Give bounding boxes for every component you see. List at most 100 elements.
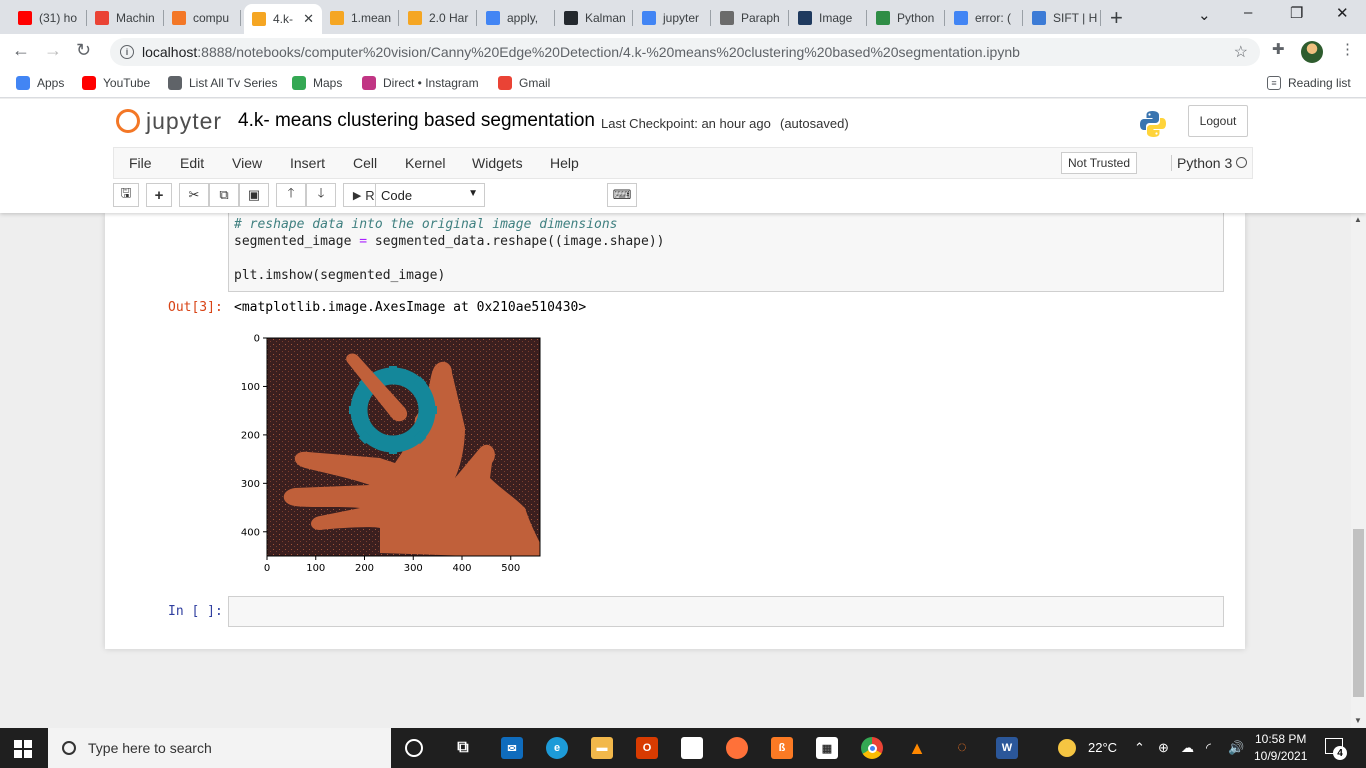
onedrive-cloud-icon[interactable]: ☁ [1181, 740, 1194, 756]
scroll-up-icon[interactable]: ▲ [1354, 215, 1362, 224]
browser-tab[interactable]: 1.mean [322, 4, 399, 32]
office-icon[interactable]: O [636, 737, 658, 759]
code-cell-input[interactable]: # reshape data into the original image d… [228, 213, 1224, 292]
notebook-icon [330, 11, 344, 25]
bookmark-item[interactable]: Direct • Instagram [362, 76, 479, 90]
trust-indicator[interactable]: Not Trusted [1061, 152, 1138, 174]
page-scrollbar[interactable]: ▲ ▼ [1351, 213, 1366, 728]
menu-item-view[interactable]: View [232, 155, 262, 171]
save-icon[interactable]: 🖫 [113, 183, 139, 207]
xampp-icon[interactable]: ß [771, 737, 793, 759]
scroll-down-icon[interactable]: ▼ [1354, 716, 1362, 725]
extensions-puzzle-icon[interactable]: ✚ [1272, 40, 1285, 58]
wifi-icon[interactable]: ◜ [1206, 740, 1211, 756]
notepad-icon[interactable] [681, 737, 703, 759]
taskbar-search[interactable]: Type here to search [48, 728, 391, 768]
firefox-icon[interactable] [726, 737, 748, 759]
menu-item-insert[interactable]: Insert [290, 155, 325, 171]
bookmark-item[interactable]: Apps [16, 76, 64, 90]
taskbar-clock[interactable]: 10:58 PM 10/9/2021 [1254, 731, 1307, 765]
notebook-title[interactable]: 4.k- means clustering based segmentation [238, 110, 595, 132]
back-arrow-icon[interactable]: ← [12, 40, 30, 61]
bookmark-item[interactable]: Gmail [498, 76, 550, 90]
tab-search-icon[interactable]: ⌄ [1198, 6, 1211, 24]
checkpoint-status: Last Checkpoint: an hour ago [601, 116, 771, 131]
browser-tab[interactable]: Python [868, 4, 945, 32]
cortana-icon[interactable] [405, 739, 423, 757]
jupyter-header: jupyter 4.k- means clustering based segm… [0, 99, 1366, 213]
reading-list-button[interactable]: ≡ Reading list [1267, 76, 1351, 90]
address-bar[interactable]: i localhost:8888/notebooks/computer%20vi… [110, 38, 1260, 66]
tab-label: error: ( [975, 11, 1011, 25]
vlc-icon[interactable]: ▲ [906, 737, 928, 759]
tab-label: SIFT | H [1053, 11, 1098, 25]
browser-tab[interactable]: SIFT | H [1024, 4, 1101, 32]
weather-icon[interactable] [1058, 739, 1076, 757]
bookmark-item[interactable]: List All Tv Series [168, 76, 277, 90]
file-explorer-icon[interactable]: ▬ [591, 737, 613, 759]
reload-icon[interactable]: ↻ [76, 40, 91, 61]
chrome-menu-icon[interactable]: ⋮ [1340, 40, 1355, 58]
tab-close-icon[interactable]: ✕ [303, 11, 314, 27]
weather-temp[interactable]: 22°C [1088, 740, 1117, 755]
tray-chevron-up-icon[interactable]: ⌃ [1134, 740, 1145, 756]
notebook-container: # reshape data into the original image d… [105, 213, 1245, 649]
browser-tab[interactable]: compu [164, 4, 241, 32]
edge-icon[interactable]: e [546, 737, 568, 759]
jupyter-ring-icon [116, 107, 140, 135]
output-prompt: Out[3]: [168, 300, 223, 315]
browser-tab[interactable]: Paraph [712, 4, 789, 32]
plot-image [267, 338, 540, 556]
logout-button[interactable]: Logout [1188, 105, 1248, 137]
scroll-thumb[interactable] [1353, 529, 1364, 697]
browser-tab[interactable]: jupyter [634, 4, 711, 32]
word-icon[interactable]: W [996, 737, 1018, 759]
menu-item-cell[interactable]: Cell [353, 155, 377, 171]
menu-item-widgets[interactable]: Widgets [472, 155, 523, 171]
clock-date: 10/9/2021 [1254, 749, 1308, 763]
volume-icon[interactable]: 🔊 [1228, 740, 1244, 756]
browser-tab[interactable]: error: ( [946, 4, 1023, 32]
browser-tab[interactable]: 4.k- ✕ [244, 4, 322, 34]
move-up-icon[interactable]: 🡑 [276, 183, 306, 207]
copy-icon[interactable]: ⧉ [209, 183, 239, 207]
meet-now-icon[interactable]: ⊕ [1158, 740, 1169, 756]
browser-tab[interactable]: Image [790, 4, 867, 32]
tab-label: Image [819, 11, 853, 25]
menu-item-help[interactable]: Help [550, 155, 579, 171]
bookmark-star-icon[interactable]: ☆ [1234, 42, 1248, 62]
browser-tab[interactable]: apply, [478, 4, 555, 32]
new-tab-button[interactable]: + [1110, 5, 1123, 31]
windows-start-icon[interactable] [14, 740, 32, 758]
mail-icon[interactable]: ✉ [501, 737, 523, 759]
task-view-icon[interactable]: ⧉ [452, 737, 474, 759]
menu-item-file[interactable]: File [129, 155, 152, 171]
bookmark-item[interactable]: YouTube [82, 76, 150, 90]
cut-icon[interactable]: ✂ [179, 183, 209, 207]
browser-tab[interactable]: (31) ho [10, 4, 87, 32]
bookmark-label: Apps [37, 76, 65, 90]
forward-arrow-icon[interactable]: → [44, 40, 62, 61]
profile-avatar[interactable] [1301, 41, 1323, 63]
empty-code-cell[interactable] [228, 596, 1224, 627]
jupyter-taskbar-icon[interactable]: ◌ [951, 737, 973, 759]
menu-item-kernel[interactable]: Kernel [405, 155, 445, 171]
bookmark-item[interactable]: Maps [292, 76, 342, 90]
minimize-button[interactable]: – [1244, 4, 1252, 21]
browser-tab[interactable]: Machin [87, 4, 164, 32]
cell-type-select[interactable]: Code ▼ [375, 183, 485, 207]
move-down-icon[interactable]: 🡓 [306, 183, 336, 207]
menu-item-edit[interactable]: Edit [180, 155, 204, 171]
site-info-icon[interactable]: i [120, 45, 134, 59]
browser-tab[interactable]: 2.0 Har [400, 4, 477, 32]
keyboard-shortcuts-icon[interactable]: ⌨ [607, 183, 637, 207]
insert-cell-icon[interactable]: + [146, 183, 172, 207]
restore-button[interactable]: ❐ [1290, 4, 1303, 22]
browser-tab[interactable]: Kalman [556, 4, 633, 32]
close-window-button[interactable]: ✕ [1336, 4, 1349, 22]
paste-icon[interactable]: ▣ [239, 183, 269, 207]
code-line-comment: # reshape data into the original image d… [234, 217, 618, 232]
chrome-icon[interactable] [861, 737, 883, 759]
store-icon[interactable]: ▦ [816, 737, 838, 759]
jupyter-logo[interactable]: jupyter [116, 107, 222, 135]
